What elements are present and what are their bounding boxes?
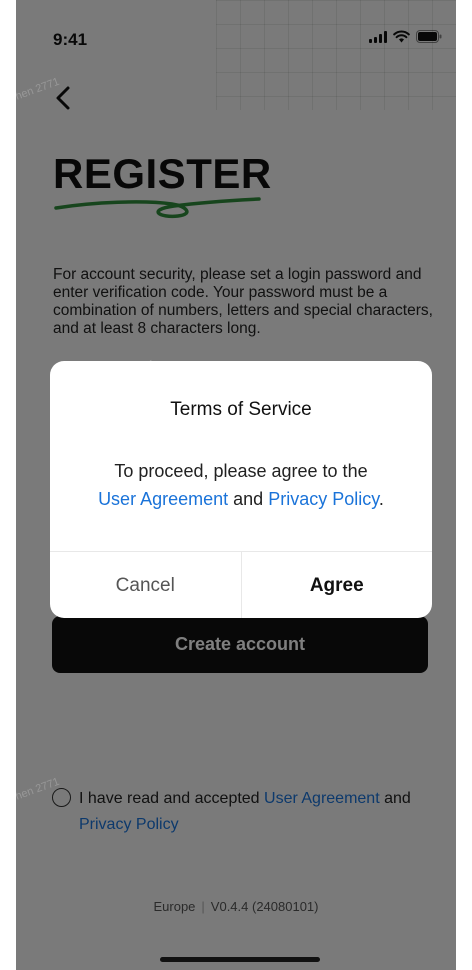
dialog-user-agreement-link[interactable]: User Agreement <box>98 489 228 509</box>
dialog-message: To proceed, please agree to the User Agr… <box>70 457 412 513</box>
dialog-message-prefix: To proceed, please agree to the <box>114 461 368 481</box>
home-indicator <box>160 957 320 962</box>
cancel-button[interactable]: Cancel <box>50 552 242 618</box>
agree-button[interactable]: Agree <box>242 552 433 618</box>
dialog-title: Terms of Service <box>170 399 312 420</box>
terms-dialog: Terms of Service To proceed, please agre… <box>50 361 432 618</box>
watermark: Gavin.Chen 2771 <box>16 75 62 117</box>
dialog-and: and <box>233 489 264 509</box>
dialog-privacy-policy-link[interactable]: Privacy Policy <box>268 489 379 509</box>
dialog-actions: Cancel Agree <box>50 551 432 618</box>
watermark: Gavin.Chen 2771 <box>16 775 62 817</box>
phone-screen: 9:41 REGISTER For account security, plea… <box>16 0 456 970</box>
dialog-period: . <box>378 489 384 509</box>
